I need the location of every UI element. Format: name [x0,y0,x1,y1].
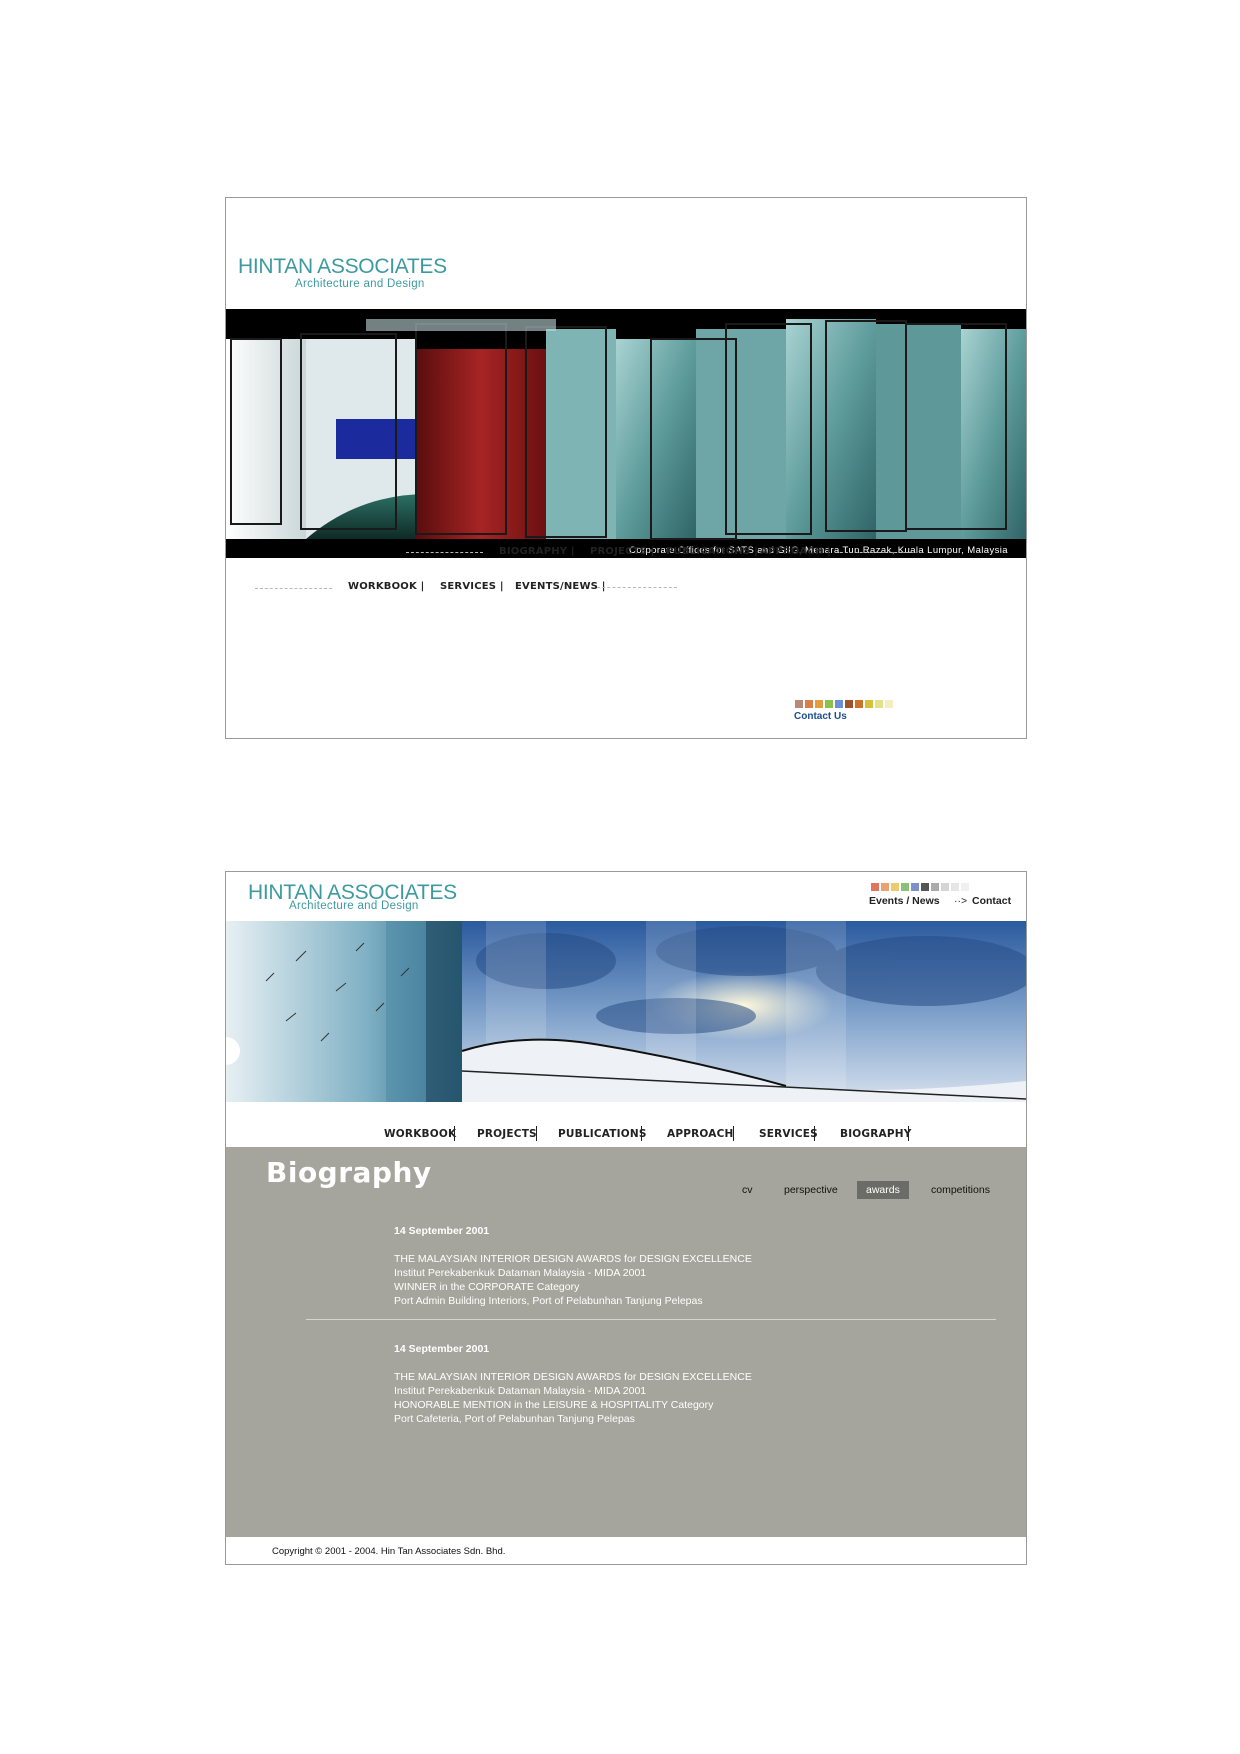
color-swatch [901,883,909,891]
nav-divider [255,588,332,589]
copyright-notice: Copyright © 2001 - 2004. Hin Tan Associa… [272,1546,506,1557]
nav-projects[interactable]: PROJECTS [477,1128,537,1140]
nav-separator [536,1126,537,1141]
color-swatch [871,883,879,891]
color-swatch [885,700,893,708]
award-category: HONORABLE MENTION in the LEISURE & HOSPI… [394,1399,714,1411]
biography-screenshot: HINTAN ASSOCIATES Architecture and Desig… [225,871,1027,1565]
color-swatch [795,700,803,708]
nav-divider [835,552,912,553]
interior-photo [226,309,1026,558]
events-news-link[interactable]: Events / News [869,895,940,907]
nav-publications[interactable]: PUBLICATIONS | [666,546,758,558]
nav-separator [908,1126,909,1141]
color-swatch [881,883,889,891]
contact-us-link[interactable]: Contact Us [794,711,847,723]
entry-divider [306,1319,996,1320]
nav-services[interactable]: SERVICES [759,1128,818,1140]
color-swatch-strip [795,700,893,708]
color-swatch [941,883,949,891]
nav-approach[interactable]: APPROACH [667,1128,733,1140]
award-title: THE MALAYSIAN INTERIOR DESIGN AWARDS for… [394,1371,752,1383]
color-swatch [835,700,843,708]
color-swatch [875,700,883,708]
award-date: 14 September 2001 [394,1343,490,1355]
color-swatch [825,700,833,708]
arrow-icon: ··> [954,895,968,907]
nav-publications[interactable]: PUBLICATIONS [558,1128,647,1140]
logo-subtitle: Architecture and Design [295,278,425,290]
subtab-competitions[interactable]: competitions [922,1181,999,1199]
color-swatch [845,700,853,708]
logo-subtitle: Architecture and Design [289,900,419,912]
color-swatch-strip [871,883,969,891]
award-title: THE MALAYSIAN INTERIOR DESIGN AWARDS for… [394,1253,752,1265]
nav-divider [406,552,483,553]
nav-biography[interactable]: BIOGRAPHY [840,1128,912,1140]
hero-image [226,921,1026,1102]
sky-dandelion-photo [226,921,1026,1102]
contact-link[interactable]: Contact [972,895,1011,907]
color-swatch [891,883,899,891]
page-title: Biography [266,1156,432,1189]
nav-workbook[interactable]: WORKBOOK | [348,581,425,593]
nav-divider [597,587,677,588]
subtab-cv[interactable]: cv [733,1181,762,1199]
color-swatch [921,883,929,891]
color-swatch [951,883,959,891]
nav-separator [814,1126,815,1141]
color-swatch [815,700,823,708]
award-date: 14 September 2001 [394,1225,490,1237]
color-swatch [961,883,969,891]
award-organizer: Institut Perekabenkuk Dataman Malaysia -… [394,1385,647,1397]
color-swatch [911,883,919,891]
nav-separator [641,1126,642,1141]
nav-separator [733,1126,734,1141]
nav-services[interactable]: SERVICES | [440,581,504,593]
nav-workbook[interactable]: WORKBOOK [384,1128,456,1140]
logo-title[interactable]: HINTAN ASSOCIATES [238,256,447,277]
nav-biography[interactable]: BIOGRAPHY | [499,546,575,558]
homepage-screenshot: HINTAN ASSOCIATES Architecture and Desig… [225,197,1027,739]
nav-projects[interactable]: PROJECTS | [590,546,655,558]
subtab-perspective[interactable]: perspective [775,1181,847,1199]
award-project: Port Admin Building Interiors, Port of P… [394,1295,703,1307]
subtab-awards[interactable]: awards [857,1181,909,1199]
color-swatch [805,700,813,708]
color-swatch [865,700,873,708]
award-category: WINNER in the CORPORATE Category [394,1281,580,1293]
nav-events-news[interactable]: EVENTS/NEWS | [515,581,606,593]
award-organizer: Institut Perekabenkuk Dataman Malaysia -… [394,1267,647,1279]
color-swatch [931,883,939,891]
nav-separator [454,1126,455,1141]
award-project: Port Cafeteria, Port of Pelabunhan Tanju… [394,1413,635,1425]
content-panel: Biography cv perspective awards competit… [226,1147,1026,1537]
color-swatch [855,700,863,708]
hero-image: Corporate Offices for SATS and GIIG, Men… [226,309,1026,558]
nav-approach[interactable]: APPROACH | [760,546,831,558]
